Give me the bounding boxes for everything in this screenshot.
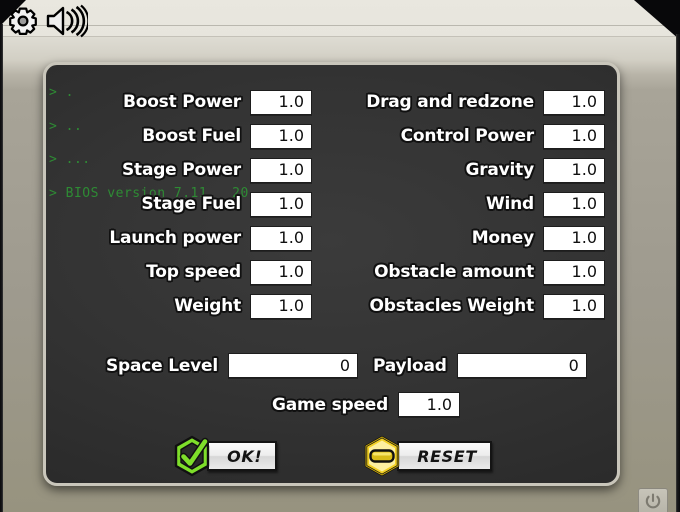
setting-label: Weight xyxy=(174,296,241,316)
setting-label: Launch power xyxy=(109,228,241,248)
setting-label: Top speed xyxy=(146,262,241,282)
money-input[interactable] xyxy=(543,225,605,251)
obstacle-amount-input[interactable] xyxy=(543,259,605,285)
stage-power-input[interactable] xyxy=(250,157,312,183)
ok-button[interactable]: OK! xyxy=(171,435,278,477)
power-button[interactable] xyxy=(638,488,668,512)
settings-grid: Boost Power Boost Fuel Stage Power Stage… xyxy=(46,65,617,483)
boost-power-input[interactable] xyxy=(250,89,312,115)
setting-label: Obstacles Weight xyxy=(369,296,534,316)
setting-row-stage-fuel: Stage Fuel xyxy=(66,191,312,217)
setting-row-launch-power: Launch power xyxy=(66,225,312,251)
speaker-icon[interactable] xyxy=(44,4,88,38)
weight-input[interactable] xyxy=(250,293,312,319)
window-edge-left xyxy=(0,24,3,512)
gravity-input[interactable] xyxy=(543,157,605,183)
control-power-input[interactable] xyxy=(543,123,605,149)
setting-label: Boost Power xyxy=(122,92,241,112)
payload-input[interactable] xyxy=(456,353,587,378)
wind-input[interactable] xyxy=(543,191,605,217)
setting-label: Game speed xyxy=(272,394,389,415)
game-speed-input[interactable] xyxy=(398,392,461,417)
drag-and-redzone-input[interactable] xyxy=(543,89,605,115)
setting-row-boost-power: Boost Power xyxy=(66,89,312,115)
setting-label: Payload xyxy=(373,355,447,376)
setting-row-obstacles-weight: Obstacles Weight xyxy=(340,293,605,319)
obstacles-weight-input[interactable] xyxy=(543,293,605,319)
titlebar-icons xyxy=(6,4,88,38)
setting-row-boost-fuel: Boost Fuel xyxy=(66,123,312,149)
reset-badge-icon xyxy=(361,435,403,477)
setting-row-control-power: Control Power xyxy=(340,123,605,149)
gear-icon[interactable] xyxy=(6,4,40,38)
titlebar-divider xyxy=(0,25,680,26)
launch-power-input[interactable] xyxy=(250,225,312,251)
setting-label: Boost Fuel xyxy=(142,126,241,146)
setting-label: Wind xyxy=(485,194,534,214)
reset-button[interactable]: RESET xyxy=(361,435,492,477)
setting-row-weight: Weight xyxy=(66,293,312,319)
setting-label: Stage Fuel xyxy=(141,194,241,214)
setting-row-money: Money xyxy=(340,225,605,251)
setting-row-gravity: Gravity xyxy=(340,157,605,183)
setting-row-wind: Wind xyxy=(340,191,605,217)
dialog-buttons: OK! RESET xyxy=(46,435,617,477)
setting-label: Stage Power xyxy=(121,160,241,180)
space-level-input[interactable] xyxy=(228,353,359,378)
setting-row-payload: Payload xyxy=(373,353,587,378)
setting-row-obstacle-amount: Obstacle amount xyxy=(340,259,605,285)
window-edge-right xyxy=(676,34,680,512)
setting-row-space-level: Space Level xyxy=(106,353,359,378)
setting-label: Control Power xyxy=(400,126,535,146)
setting-label: Space Level xyxy=(106,355,219,376)
setting-row-game-speed: Game speed xyxy=(272,392,461,417)
game-settings-screen: > . > .. > ... > BIOS version 7.11 20 Bo… xyxy=(0,0,680,512)
setting-label: Gravity xyxy=(465,160,534,180)
titlebar-divider-2 xyxy=(0,36,680,37)
top-speed-input[interactable] xyxy=(250,259,312,285)
stage-fuel-input[interactable] xyxy=(250,191,312,217)
settings-panel: > . > .. > ... > BIOS version 7.11 20 Bo… xyxy=(43,62,620,486)
setting-row-stage-power: Stage Power xyxy=(66,157,312,183)
setting-label: Money xyxy=(471,228,535,248)
setting-row-top-speed: Top speed xyxy=(66,259,312,285)
boost-fuel-input[interactable] xyxy=(250,123,312,149)
setting-row-drag-and-redzone: Drag and redzone xyxy=(340,89,605,115)
check-badge-icon xyxy=(171,435,213,477)
setting-label: Drag and redzone xyxy=(366,92,534,112)
reset-button-label: RESET xyxy=(397,441,492,471)
setting-label: Obstacle amount xyxy=(374,262,534,282)
ok-button-label: OK! xyxy=(207,441,278,471)
power-icon xyxy=(644,492,662,512)
